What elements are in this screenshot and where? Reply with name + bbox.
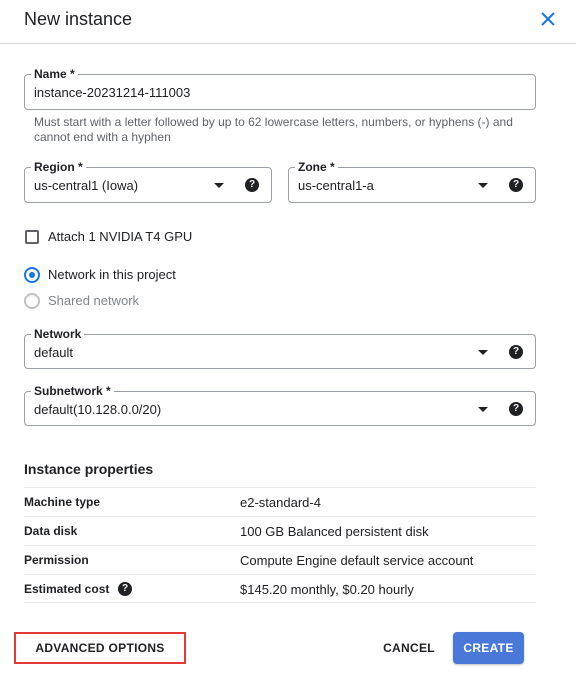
property-key: Estimated cost — [24, 582, 110, 596]
chevron-down-icon — [478, 407, 488, 412]
zone-label: Zone * — [295, 160, 338, 174]
region-label: Region * — [31, 160, 86, 174]
region-select[interactable]: Region * us-central1 (Iowa) ? — [24, 160, 272, 203]
help-icon[interactable]: ? — [509, 402, 523, 416]
property-key: Machine type — [24, 495, 101, 509]
chevron-down-icon — [478, 350, 488, 355]
dialog-header: New instance — [0, 0, 576, 44]
subnetwork-select[interactable]: Subnetwork * default(10.128.0.0/20) ? — [24, 384, 536, 426]
subnetwork-label: Subnetwork * — [31, 384, 114, 398]
property-row-permission: Permission Compute Engine default servic… — [24, 545, 536, 574]
help-icon[interactable]: ? — [245, 178, 259, 192]
property-value: $145.20 monthly, $0.20 hourly — [240, 582, 414, 597]
radio-shared-network[interactable] — [24, 293, 40, 309]
name-label: Name * — [31, 67, 78, 81]
property-value: 100 GB Balanced persistent disk — [240, 524, 429, 539]
cancel-button[interactable]: CANCEL — [376, 632, 442, 664]
property-value: Compute Engine default service account — [240, 553, 474, 568]
help-icon[interactable]: ? — [509, 178, 523, 192]
property-row-data-disk: Data disk 100 GB Balanced persistent dis… — [24, 516, 536, 545]
property-row-machine-type: Machine type e2-standard-4 — [24, 487, 536, 516]
gpu-checkbox[interactable] — [25, 230, 39, 244]
network-select[interactable]: Network default ? — [24, 327, 536, 369]
gpu-checkbox-label: Attach 1 NVIDIA T4 GPU — [48, 229, 193, 244]
chevron-down-icon — [214, 183, 224, 188]
name-hint: Must start with a letter followed by up … — [34, 115, 513, 144]
subnetwork-value: default(10.128.0.0/20) — [34, 402, 162, 417]
zone-value: us-central1-a — [298, 178, 374, 193]
radio-network-in-project-label: Network in this project — [48, 267, 176, 282]
close-icon[interactable] — [538, 9, 558, 29]
property-key: Data disk — [24, 524, 78, 538]
zone-select[interactable]: Zone * us-central1-a ? — [288, 160, 536, 203]
region-value: us-central1 (Iowa) — [34, 178, 139, 193]
property-key: Permission — [24, 553, 89, 567]
help-icon[interactable]: ? — [118, 582, 132, 596]
advanced-options-button[interactable]: ADVANCED OPTIONS — [14, 632, 186, 664]
name-value: instance-20231214-111003 — [34, 85, 191, 100]
dialog-title: New instance — [24, 9, 133, 29]
create-button[interactable]: CREATE — [453, 632, 524, 664]
network-label: Network — [31, 327, 85, 341]
radio-selected-dot — [29, 272, 35, 278]
help-icon[interactable]: ? — [509, 345, 523, 359]
name-field[interactable]: Name * instance-20231214-111003 — [24, 67, 536, 110]
property-value: e2-standard-4 — [240, 495, 321, 510]
instance-properties-title: Instance properties — [24, 461, 154, 477]
property-row-estimated-cost: Estimated cost ? $145.20 monthly, $0.20 … — [24, 574, 536, 603]
network-value: default — [34, 345, 74, 360]
chevron-down-icon — [478, 183, 488, 188]
radio-network-in-project[interactable] — [24, 267, 40, 283]
radio-shared-network-label: Shared network — [48, 293, 140, 308]
